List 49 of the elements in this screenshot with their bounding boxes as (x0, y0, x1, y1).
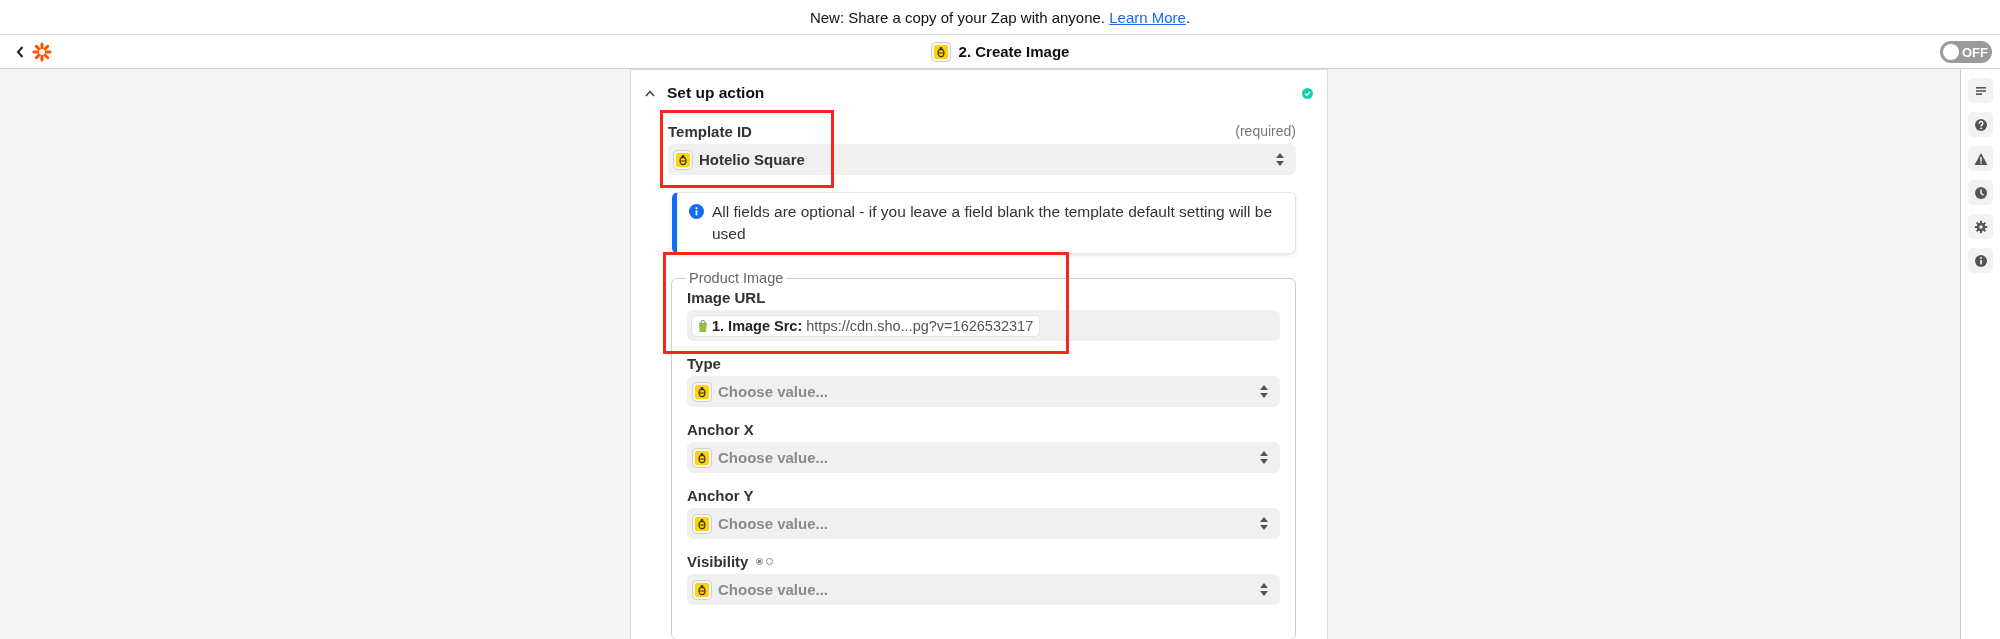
required-note: (required) (1235, 123, 1296, 139)
section-title: Set up action (667, 84, 765, 102)
clock-icon (1972, 184, 1989, 201)
on-off-toggle[interactable]: OFF (1940, 41, 1992, 63)
info-icon (689, 204, 704, 219)
help-icon (1972, 116, 1989, 133)
sort-arrows-icon (1260, 583, 1268, 596)
learn-more-link[interactable]: Learn More (1109, 8, 1186, 26)
step-title: 2. Create Image (958, 43, 1070, 60)
info-icon (1972, 252, 1989, 269)
settings-button[interactable] (1968, 214, 1993, 239)
value-dropdown[interactable]: Choose value... (687, 508, 1280, 539)
value-dropdown[interactable]: Choose value... (687, 376, 1280, 407)
value-dropdown[interactable]: Choose value... (687, 442, 1280, 473)
field-label: Anchor Y (687, 486, 754, 504)
back-chevron-icon[interactable] (16, 45, 24, 58)
mapped-value-chip[interactable]: 1. Image Src: https://cdn.sho...pg?v=1626532317 (691, 314, 1041, 337)
app-logo-icon (930, 41, 951, 62)
field-label: Template ID (668, 122, 752, 140)
app-logo-icon (673, 149, 693, 170)
info-button[interactable] (1968, 248, 1993, 273)
app-logo-icon (692, 447, 712, 468)
field-label: Visibility (687, 552, 749, 570)
collapse-chevron-icon[interactable] (645, 89, 655, 97)
group-legend: Product Image (686, 270, 787, 286)
sort-arrows-icon (1260, 451, 1268, 464)
sort-arrows-icon (1276, 153, 1284, 166)
sort-arrows-icon (1260, 517, 1268, 530)
field-label: Anchor X (687, 420, 754, 438)
announcement-text: New: Share a copy of your Zap with anyone. Learn More. (809, 8, 1191, 26)
clock-button[interactable] (1968, 180, 1993, 205)
app-logo-icon (692, 513, 712, 534)
notice-text: All fields are optional - if you leave a field blank the template default setting will be used (712, 202, 1274, 244)
app-logo-icon (692, 579, 712, 600)
field-label: Image URL (687, 288, 766, 306)
mode-radio[interactable] (766, 557, 774, 565)
help-button[interactable] (1968, 112, 1993, 137)
image-url-field[interactable]: 1. Image Src: https://cdn.sho...pg?v=1626532317 (687, 310, 1280, 341)
settings-icon (1972, 218, 1989, 235)
value-dropdown[interactable]: Choose value... (687, 574, 1280, 605)
notes-button[interactable] (1968, 78, 1993, 103)
sort-arrows-icon (1260, 385, 1268, 398)
asterisk-logo-icon[interactable] (32, 41, 52, 62)
shopping-bag-icon (698, 319, 708, 332)
warning-button[interactable] (1968, 146, 1993, 171)
app-logo-icon (692, 381, 712, 402)
template-dropdown[interactable]: Hotelio Square (668, 144, 1296, 175)
field-label: Type (687, 354, 721, 372)
mode-radio[interactable] (756, 557, 764, 565)
